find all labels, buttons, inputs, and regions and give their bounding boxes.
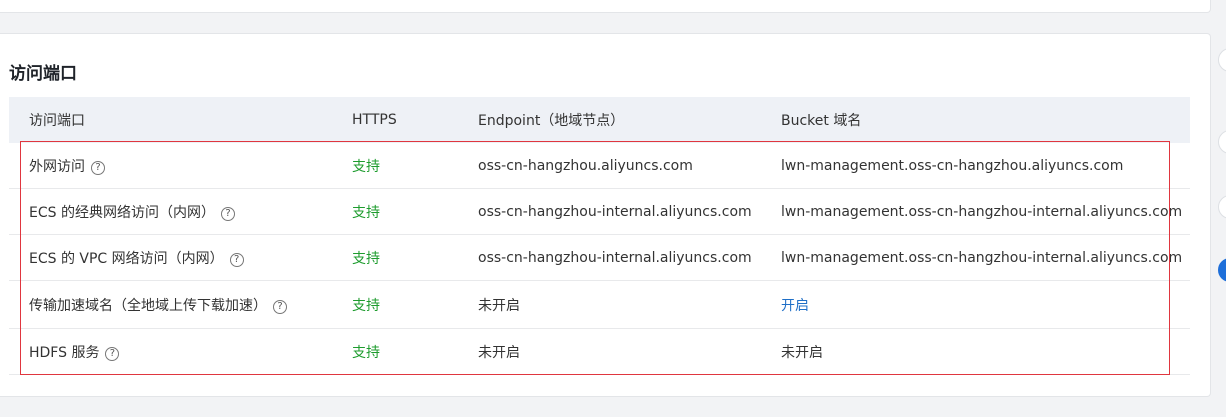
table-row: ECS 的 VPC 网络访问（内网）? 支持 oss-cn-hangzhou-i…	[9, 235, 1190, 281]
endpoint-value: oss-cn-hangzhou.aliyuncs.com	[478, 157, 693, 174]
endpoint-value: 未开启	[478, 297, 520, 314]
port-name: ECS 的经典网络访问（内网）?	[29, 202, 235, 222]
access-port-table: 访问端口 HTTPS Endpoint（地域节点） Bucket 域名 外网访问…	[9, 97, 1190, 375]
endpoint-value: oss-cn-hangzhou-internal.aliyuncs.com	[478, 249, 752, 266]
port-label: ECS 的 VPC 网络访问（内网）	[29, 250, 224, 267]
port-name: 外网访问?	[29, 156, 105, 176]
https-status: 支持	[352, 158, 380, 175]
help-icon[interactable]: ?	[220, 206, 235, 221]
bucket-domain: lwn-management.oss-cn-hangzhou.aliyuncs.…	[781, 157, 1124, 174]
port-label: ECS 的经典网络访问（内网）	[29, 204, 215, 221]
col-header-port: 访问端口	[29, 113, 85, 129]
port-label: 传输加速域名（全地域上传下载加速）	[29, 297, 267, 314]
table-row: HDFS 服务? 支持 未开启 未开启	[9, 329, 1190, 375]
port-name: 传输加速域名（全地域上传下载加速）?	[29, 295, 287, 315]
bucket-domain: lwn-management.oss-cn-hangzhou-internal.…	[781, 249, 1183, 266]
port-name: HDFS 服务?	[29, 342, 120, 362]
help-icon[interactable]: ?	[105, 346, 120, 361]
https-status: 支持	[352, 250, 380, 267]
bucket-domain: lwn-management.oss-cn-hangzhou-internal.…	[781, 203, 1183, 220]
col-header-endpoint: Endpoint（地域节点）	[478, 113, 625, 129]
bucket-domain: 未开启	[781, 344, 823, 361]
col-header-bucket: Bucket 域名	[781, 113, 862, 129]
port-name: ECS 的 VPC 网络访问（内网）?	[29, 248, 244, 268]
https-status: 支持	[352, 204, 380, 221]
table-row: 外网访问? 支持 oss-cn-hangzhou.aliyuncs.com lw…	[9, 143, 1190, 189]
https-status: 支持	[352, 344, 380, 361]
table-header: 访问端口 HTTPS Endpoint（地域节点） Bucket 域名	[9, 97, 1190, 143]
table-row: ECS 的经典网络访问（内网）? 支持 oss-cn-hangzhou-inte…	[9, 189, 1190, 235]
https-status: 支持	[352, 297, 380, 314]
col-header-https: HTTPS	[352, 112, 397, 128]
help-icon[interactable]: ?	[91, 160, 105, 175]
table-row: 传输加速域名（全地域上传下载加速）? 支持 未开启 开启	[9, 281, 1190, 329]
endpoint-value: oss-cn-hangzhou-internal.aliyuncs.com	[478, 203, 752, 220]
endpoint-value: 未开启	[478, 344, 520, 361]
port-label: HDFS 服务	[29, 344, 100, 361]
help-icon[interactable]: ?	[229, 252, 244, 267]
previous-card	[0, 0, 1211, 13]
section-title: 访问端口	[9, 64, 77, 84]
enable-acceleration-link[interactable]: 开启	[781, 295, 809, 315]
port-label: 外网访问	[29, 158, 85, 175]
help-icon[interactable]: ?	[273, 299, 287, 314]
